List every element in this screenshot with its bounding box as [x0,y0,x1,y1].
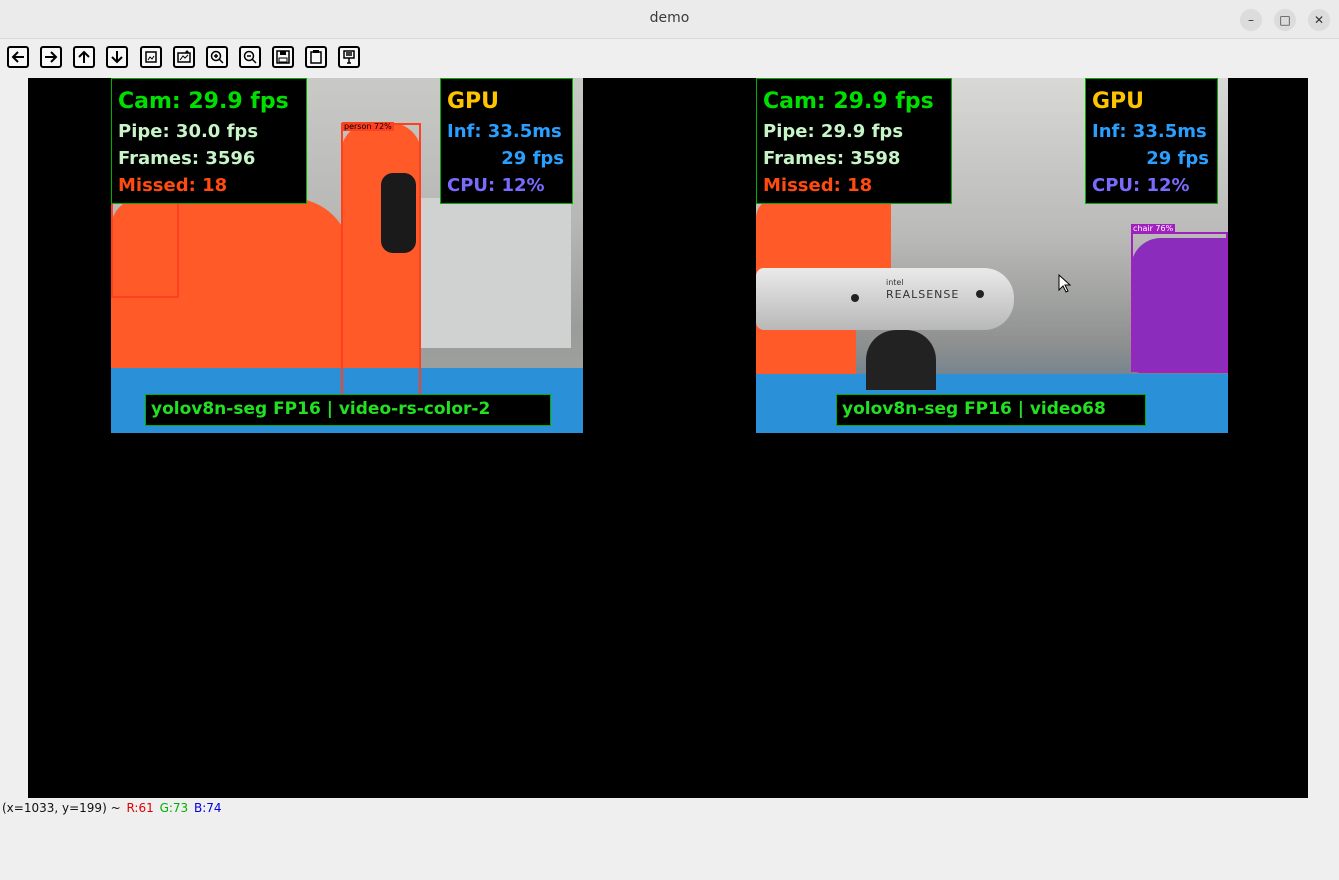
model-info-banner: yolov8n-seg FP16 | video-rs-color-2 [145,394,551,426]
window-title: demo [649,10,690,26]
arrow-down-icon [111,51,123,64]
inference-fps-text: 29 fps [1146,148,1209,169]
save-button[interactable] [272,46,294,68]
detection-label: chair 76% [1131,224,1176,233]
cursor-coordinates: (x=1033, y=199) ~ [2,801,121,815]
gpu-header: GPU [1092,89,1145,114]
minimize-button[interactable]: – [1240,9,1262,31]
status-bar: (x=1033, y=199) ~ R:61 G:73 B:74 [2,801,224,815]
zoom-fit-icon [145,51,157,63]
cam-fps-text: Cam: 29.9 fps [763,89,934,114]
clipboard-icon [310,50,322,64]
pixel-red-value: R:61 [126,801,154,815]
camera-mount [866,330,936,390]
missed-text: Missed: 18 [118,175,228,196]
camera-lens [851,294,859,302]
camera-brand-small: intel [886,278,904,287]
inference-fps-text: 29 fps [501,148,564,169]
background-cabinet [411,198,571,348]
pixel-green-value: G:73 [159,801,189,815]
stats-overlay-right: GPU Inf: 33.5ms 29 fps CPU: 12% [440,78,573,204]
app-window: demo – □ ✕ person 72% Cam: 29.9 fps Pipe… [0,0,1339,880]
zoom-out-icon [243,50,257,64]
properties-icon [343,50,355,64]
zoom-out-button[interactable] [239,46,261,68]
copy-to-clipboard-button[interactable] [305,46,327,68]
model-info-banner: yolov8n-seg FP16 | video68 [836,394,1146,426]
image-canvas[interactable]: person 72% Cam: 29.9 fps Pipe: 30.0 fps … [28,78,1308,798]
zoom-image-button[interactable] [173,46,195,68]
stats-overlay-right: GPU Inf: 33.5ms 29 fps CPU: 12% [1085,78,1218,204]
cpu-text: CPU: 12% [1092,175,1190,196]
zoom-in-icon [210,50,224,64]
pipe-fps-text: Pipe: 29.9 fps [763,121,904,142]
detection-box [341,123,421,403]
camera-brand: REALSENSE [886,288,960,301]
camera-feed-1: person 72% Cam: 29.9 fps Pipe: 30.0 fps … [111,78,583,433]
stats-overlay-left: Cam: 29.9 fps Pipe: 30.0 fps Frames: 359… [111,78,307,204]
save-icon [276,50,290,64]
detection-box [111,198,179,298]
toolbar [0,39,1339,77]
person-mask [841,198,891,268]
inference-time-text: Inf: 33.5ms [1092,121,1207,142]
stats-overlay-left: Cam: 29.9 fps Pipe: 29.9 fps Frames: 359… [756,78,952,204]
pan-right-button[interactable] [40,46,62,68]
pixel-blue-value: B:74 [194,801,222,815]
camera-feed-2: chair 76% intel REALSENSE Cam: 29.9 fps … [756,78,1228,433]
properties-button[interactable] [338,46,360,68]
missed-text: Missed: 18 [763,175,873,196]
frames-text: Frames: 3596 [118,148,256,169]
arrow-up-icon [78,50,90,63]
detection-label: person 72% [342,122,394,131]
frames-text: Frames: 3598 [763,148,901,169]
mouse-cursor-icon [1058,274,1072,293]
zoom-fit-button[interactable] [140,46,162,68]
pipe-fps-text: Pipe: 30.0 fps [118,121,259,142]
arrow-right-icon [45,51,58,63]
realsense-camera: intel REALSENSE [756,268,1014,330]
title-bar: demo – □ ✕ [0,0,1339,39]
detection-box [1131,232,1228,372]
pan-up-button[interactable] [73,46,95,68]
zoom-in-button[interactable] [206,46,228,68]
camera-lens [976,290,984,298]
cam-fps-text: Cam: 29.9 fps [118,89,289,114]
cpu-text: CPU: 12% [447,175,545,196]
zoom-image-icon [177,50,191,63]
inference-time-text: Inf: 33.5ms [447,121,562,142]
pan-down-button[interactable] [106,46,128,68]
maximize-button[interactable]: □ [1274,9,1296,31]
pan-left-button[interactable] [7,46,29,68]
arrow-left-icon [11,51,24,63]
gpu-header: GPU [447,89,500,114]
close-button[interactable]: ✕ [1308,9,1330,31]
